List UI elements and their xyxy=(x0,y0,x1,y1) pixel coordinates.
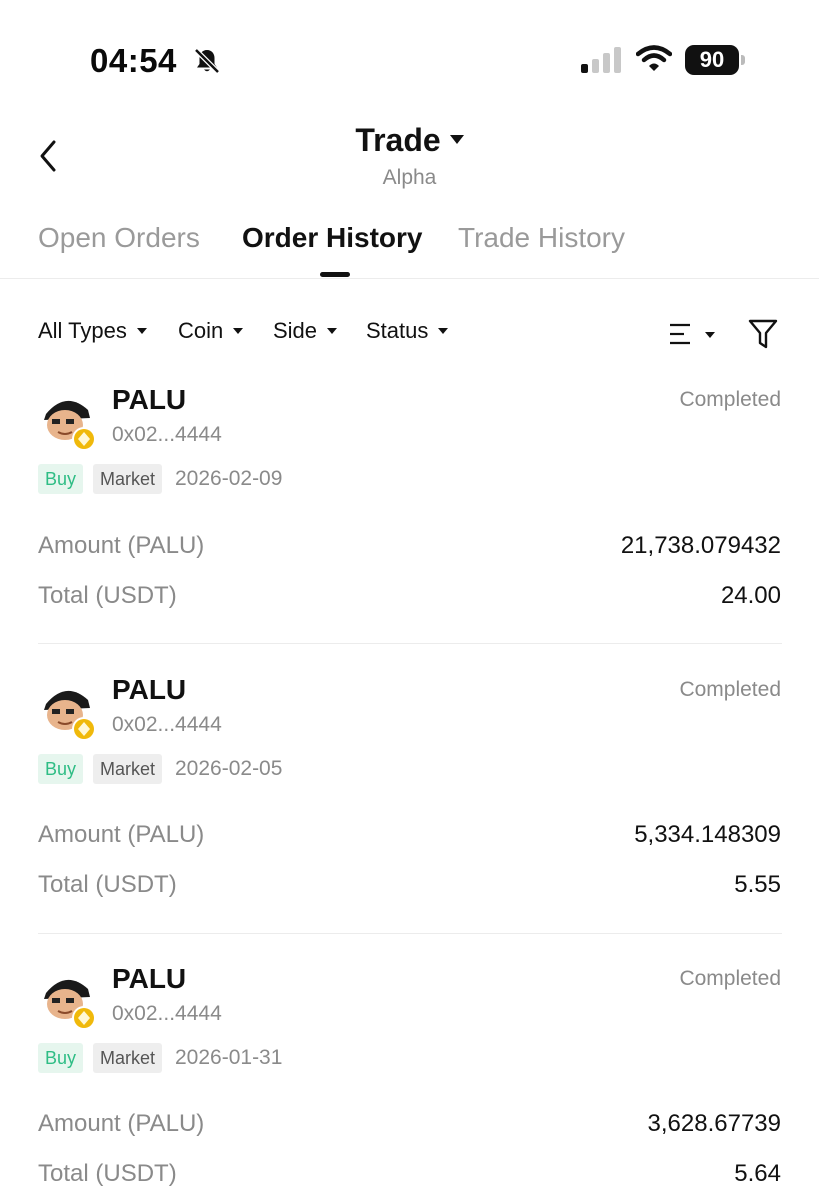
total-label: Total (USDT) xyxy=(38,1160,177,1187)
battery-level: 90 xyxy=(685,45,739,75)
palu-coin-avatar xyxy=(44,979,96,1030)
order-status: Completed xyxy=(679,967,781,990)
order-type-badge: Market xyxy=(93,1043,163,1073)
filter-label: Coin xyxy=(178,318,224,343)
amount-label: Amount (PALU) xyxy=(38,821,205,848)
order-type-badge: Market xyxy=(93,754,163,784)
tab-trade-history[interactable]: Trade History xyxy=(458,222,625,254)
caret-down-icon xyxy=(449,135,464,144)
side-badge: Buy xyxy=(38,754,84,784)
palu-coin-avatar xyxy=(44,400,96,451)
header-title-dropdown[interactable]: Trade xyxy=(0,122,819,159)
order-date: 2026-02-09 xyxy=(175,467,283,490)
amount-value: 5,334.148309 xyxy=(634,821,781,848)
sort-lines-icon[interactable] xyxy=(668,322,720,346)
caret-down-icon xyxy=(438,328,449,334)
page-title: Trade xyxy=(355,122,441,158)
coin-name: PALU xyxy=(112,963,187,994)
bell-muted-icon xyxy=(194,48,220,74)
order-type-badge: Market xyxy=(93,464,163,494)
total-label: Total (USDT) xyxy=(38,871,177,898)
order-date: 2026-01-31 xyxy=(175,1046,283,1069)
filter-coin[interactable]: Coin xyxy=(178,318,244,344)
total-value: 24.00 xyxy=(720,582,781,609)
order-status: Completed xyxy=(679,678,781,701)
total-value: 5.64 xyxy=(734,1160,781,1187)
total-value: 5.55 xyxy=(734,871,781,898)
palu-coin-avatar xyxy=(44,690,96,741)
order-divider xyxy=(38,933,782,934)
wifi-icon xyxy=(636,45,672,71)
caret-down-icon xyxy=(136,328,147,334)
amount-value: 3,628.67739 xyxy=(647,1110,781,1137)
status-bar: 04:54 90 xyxy=(0,0,819,110)
side-badge: Buy xyxy=(38,464,84,494)
filter-label: Status xyxy=(366,318,429,343)
coin-address: 0x02...4444 xyxy=(112,423,222,446)
coin-name: PALU xyxy=(112,674,187,705)
total-label: Total (USDT) xyxy=(38,582,177,609)
order-divider xyxy=(38,643,782,644)
filter-label: All Types xyxy=(38,318,127,343)
amount-label: Amount (PALU) xyxy=(38,1110,205,1137)
tab-open-orders[interactable]: Open Orders xyxy=(38,222,200,254)
signal-icon xyxy=(581,47,621,73)
battery-icon: 90 xyxy=(685,45,745,75)
filter-status[interactable]: Status xyxy=(366,318,449,344)
order-card[interactable]: PALU 0x02...4444 Completed Buy Market 20… xyxy=(0,670,819,940)
active-tab-indicator xyxy=(320,272,350,277)
tab-bar: Open Orders Order History Trade History xyxy=(0,222,819,279)
order-card[interactable]: PALU 0x02...4444 Completed Buy Market 20… xyxy=(0,959,819,1200)
coin-name: PALU xyxy=(112,384,187,415)
coin-address: 0x02...4444 xyxy=(112,1002,222,1025)
amount-label: Amount (PALU) xyxy=(38,532,205,559)
caret-down-icon xyxy=(233,328,244,334)
filter-side[interactable]: Side xyxy=(273,318,338,344)
amount-value: 21,738.079432 xyxy=(620,532,781,559)
filter-all-types[interactable]: All Types xyxy=(38,318,147,344)
filter-label: Side xyxy=(273,318,318,343)
order-status: Completed xyxy=(679,388,781,411)
order-card[interactable]: PALU 0x02...4444 Completed Buy Market 20… xyxy=(0,380,819,650)
order-date: 2026-02-05 xyxy=(175,757,283,780)
status-time: 04:54 xyxy=(90,42,177,79)
tab-order-history[interactable]: Order History xyxy=(242,222,423,254)
side-badge: Buy xyxy=(38,1043,84,1073)
battery-tip xyxy=(741,55,745,65)
page-subtitle: Alpha xyxy=(382,166,437,189)
coin-address: 0x02...4444 xyxy=(112,713,222,736)
funnel-icon[interactable] xyxy=(748,318,778,350)
caret-down-icon xyxy=(327,328,338,334)
